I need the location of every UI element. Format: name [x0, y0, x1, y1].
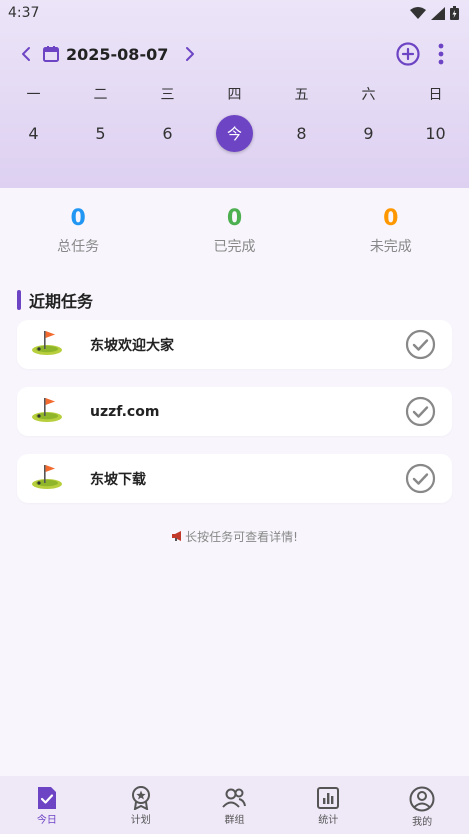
- stat-completed-label: 已完成: [213, 239, 256, 255]
- nav-today[interactable]: 今日: [0, 776, 94, 834]
- signal-icon: [431, 6, 445, 20]
- weekday-label: 日: [428, 87, 443, 103]
- status-bar: 4:37: [0, 0, 469, 26]
- weekday-label: 六: [361, 87, 376, 103]
- day-cell[interactable]: 6: [134, 114, 201, 152]
- stat-total: 0 总任务: [0, 204, 156, 260]
- plus-circle-icon: [396, 42, 420, 66]
- add-task-button[interactable]: [395, 41, 421, 67]
- section-title: 近期任务: [29, 292, 94, 311]
- stat-pending: 0 未完成: [313, 204, 469, 260]
- chevron-right-icon: [186, 47, 195, 61]
- task-title: uzzf.com: [90, 403, 160, 420]
- task-stats: 0 总任务 0 已完成 0 未完成: [0, 204, 469, 260]
- today-marker: 今: [216, 114, 253, 152]
- complete-task-button[interactable]: [405, 329, 436, 364]
- prev-day-button[interactable]: [18, 45, 36, 63]
- nav-label: 统计: [318, 815, 339, 826]
- nav-label: 计划: [130, 815, 151, 826]
- nav-label: 今日: [36, 815, 57, 826]
- more-vertical-icon: [438, 43, 444, 65]
- task-title: 东坡下载: [90, 471, 146, 488]
- weekday-label: 五: [294, 87, 309, 103]
- next-day-button[interactable]: [180, 45, 198, 63]
- today-check-icon: [37, 787, 56, 809]
- day-cell-today[interactable]: 今: [201, 114, 268, 152]
- nav-profile[interactable]: 我的: [375, 776, 469, 834]
- status-icons: [410, 6, 459, 20]
- check-circle-icon: [405, 463, 436, 494]
- nav-plan[interactable]: 计划: [94, 776, 188, 834]
- wifi-icon: [410, 6, 426, 19]
- bar-chart-icon: [317, 787, 340, 809]
- task-item[interactable]: uzzf.com: [17, 387, 452, 436]
- section-accent-bar: [17, 290, 21, 310]
- complete-task-button[interactable]: [405, 463, 436, 498]
- current-date[interactable]: 2025-08-07: [66, 45, 168, 64]
- group-icon: [222, 788, 247, 808]
- stat-pending-value: 0: [383, 206, 399, 231]
- weekday-label: 二: [93, 87, 108, 103]
- more-menu-button[interactable]: [437, 42, 445, 66]
- golf-flag-icon: [31, 462, 65, 496]
- bottom-navigation: 今日 计划 群组 统计 我的: [0, 776, 469, 834]
- task-title: 东坡欢迎大家: [90, 337, 174, 354]
- complete-task-button[interactable]: [405, 396, 436, 431]
- long-press-hint: 长按任务可查看详情!: [0, 528, 469, 545]
- megaphone-icon: [172, 531, 182, 541]
- task-item[interactable]: 东坡下载: [17, 454, 452, 503]
- golf-flag-icon: [31, 328, 65, 362]
- stat-total-value: 0: [70, 206, 86, 231]
- weekday-label: 四: [227, 87, 242, 103]
- check-circle-icon: [405, 329, 436, 360]
- nav-group[interactable]: 群组: [188, 776, 282, 834]
- day-cell[interactable]: 9: [335, 114, 402, 152]
- battery-icon: [450, 6, 459, 20]
- day-number-row: 4 5 6 今 8 9 10: [0, 114, 469, 152]
- weekday-row: 一 二 三 四 五 六 日: [0, 84, 469, 104]
- stat-pending-label: 未完成: [369, 239, 412, 255]
- status-time: 4:37: [8, 5, 40, 21]
- day-cell[interactable]: 10: [402, 114, 469, 152]
- hint-text: 长按任务可查看详情!: [185, 530, 298, 544]
- weekday-label: 三: [160, 87, 175, 103]
- day-cell[interactable]: 8: [268, 114, 335, 152]
- chevron-left-icon: [22, 47, 30, 61]
- date-bar: 2025-08-07: [0, 36, 469, 72]
- profile-icon: [409, 786, 435, 812]
- golf-flag-icon: [31, 395, 65, 429]
- nav-label: 群组: [224, 815, 245, 826]
- badge-star-icon: [131, 786, 150, 810]
- stat-completed-value: 0: [226, 206, 243, 231]
- calendar-icon[interactable]: [42, 45, 60, 63]
- weekday-label: 一: [26, 87, 41, 103]
- nav-stats[interactable]: 统计: [281, 776, 375, 834]
- day-cell[interactable]: 4: [0, 114, 67, 152]
- task-item[interactable]: 东坡欢迎大家: [17, 320, 452, 369]
- stat-completed: 0 已完成: [156, 204, 312, 260]
- day-cell[interactable]: 5: [67, 114, 134, 152]
- check-circle-icon: [405, 396, 436, 427]
- recent-tasks-heading: 近期任务: [17, 289, 93, 311]
- nav-label: 我的: [412, 817, 433, 828]
- stat-total-label: 总任务: [57, 239, 100, 255]
